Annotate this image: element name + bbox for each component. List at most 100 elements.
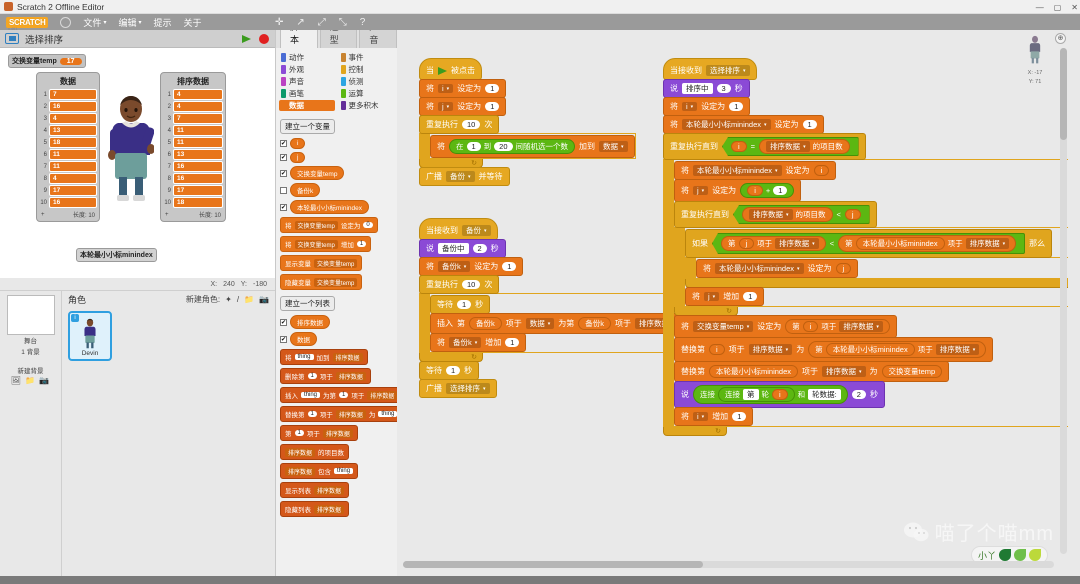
list-add-button[interactable]: +: [41, 212, 45, 218]
make-variable-button[interactable]: 建立一个变量: [280, 119, 335, 134]
shrink-icon[interactable]: ⤡: [339, 17, 347, 28]
leaf-icon-light[interactable]: [1029, 549, 1041, 561]
list-item-value[interactable]: 18: [49, 137, 97, 148]
block-say-sorting[interactable]: 说 排序中 3 秒: [663, 79, 750, 98]
dropdown-variable-i[interactable]: i ▾: [693, 412, 709, 421]
menu-item-edit[interactable]: 编辑 ▾: [118, 16, 141, 29]
canvas-horizontal-scrollbar[interactable]: [403, 561, 1054, 568]
help-icon[interactable]: ?: [360, 17, 366, 28]
list-item[interactable]: 7 16: [163, 161, 223, 172]
block-when-flag-clicked[interactable]: 当 被点击: [419, 58, 482, 80]
list-item[interactable]: 6 13: [163, 149, 223, 160]
block-replace-min[interactable]: 替换第 本轮最小小标minindex 项于 排序数据 ▾ 为 交换变量temp: [674, 361, 950, 382]
input-value[interactable]: 1: [485, 102, 500, 111]
list-item[interactable]: 4 11: [163, 125, 223, 136]
dropdown-variable-minindex[interactable]: 本轮最小小标minindex ▾: [693, 165, 782, 176]
list-item-value[interactable]: 4: [49, 173, 97, 184]
input-value[interactable]: 1: [485, 84, 500, 93]
dropdown-variable-temp[interactable]: 交换变量temp ▾: [693, 321, 754, 332]
list-item-value[interactable]: 4: [173, 101, 223, 112]
var-reporter-i[interactable]: i: [747, 185, 763, 196]
block-add-to-list[interactable]: 将 在 1 到 20 间随机选一个数 加到 数据 ▾: [430, 135, 635, 158]
palette-category-5[interactable]: 侦测: [339, 76, 395, 87]
item-of-list-i[interactable]: 第 i 项于 排序数据 ▾: [785, 319, 890, 334]
list-item-value[interactable]: 17: [173, 185, 223, 196]
dropdown-variable-minindex[interactable]: 本轮最小小标minindex ▾: [682, 119, 771, 130]
paint-backdrop-icon[interactable]: 🖼: [11, 376, 22, 385]
wait-secs[interactable]: 1: [457, 300, 472, 309]
list-item-value[interactable]: 16: [49, 101, 97, 112]
palette-list-checkbox[interactable]: [280, 335, 287, 343]
palette-list-block-1[interactable]: 删除第 1 项于 排序数据: [280, 368, 371, 384]
var-reporter-k[interactable]: 备份k: [469, 317, 502, 330]
list-item-value[interactable]: 13: [173, 149, 223, 160]
camera-backdrop-icon[interactable]: 📷: [39, 376, 50, 385]
scroll-thumb[interactable]: [403, 561, 703, 568]
list-item-value[interactable]: 11: [173, 137, 223, 148]
palette-variable-checkbox[interactable]: [280, 186, 287, 194]
block-set-j-i-plus-1[interactable]: 将 j ▾ 设定为 i + 1: [674, 179, 802, 202]
green-flag-icon[interactable]: [242, 34, 251, 43]
zoom-icon[interactable]: ⊕: [1055, 33, 1066, 44]
list-item[interactable]: 2 16: [39, 101, 97, 112]
predicate-equals[interactable]: i = 排序数据 ▾ 的项目数: [722, 137, 859, 156]
library-backdrop-icon[interactable]: 📁: [25, 376, 36, 385]
block-if-less[interactable]: 如果 第 j 项于 排序数据 ▾ < 第 本轮最小小标minindex 项于 排…: [685, 229, 1068, 288]
repeat-count[interactable]: 10: [462, 120, 481, 129]
palette-category-8[interactable]: 数据: [279, 100, 335, 111]
list-item-value[interactable]: 16: [173, 173, 223, 184]
dropdown-variable-i[interactable]: i ▾: [438, 84, 454, 93]
list-item-value[interactable]: 7: [173, 113, 223, 124]
block-set-minindex-1[interactable]: 将 本轮最小小标minindex ▾ 设定为 1: [663, 115, 824, 134]
block-repeat-until-inner[interactable]: 重复执行直到 排序数据 ▾ 的项目数 < j 如果 第 j 项于 排序数据 ▾ …: [674, 201, 1068, 316]
predicate-item-less[interactable]: 第 j 项于 排序数据 ▾ < 第 本轮最小小标minindex 项于 排序数据…: [712, 233, 1026, 254]
script-backup[interactable]: 当接收到 备份 ▾ 说 备份中 2 秒 将 备份k ▾ 设定为 1 重复执行 1…: [419, 218, 687, 398]
scroll-thumb[interactable]: [1060, 48, 1067, 140]
join-text-2[interactable]: 轮数据:: [808, 389, 841, 400]
block-say-backup[interactable]: 说 备份中 2 秒: [419, 239, 506, 258]
leaf-icon-dark[interactable]: [999, 549, 1011, 561]
var-reporter-i[interactable]: i: [709, 344, 725, 355]
sprite-library-icon[interactable]: ✦: [225, 295, 232, 304]
palette-blocks[interactable]: 建立一个变量 ij交换变量temp备份k本轮最小小标minindex 将交换变量…: [276, 113, 397, 529]
sprite-info-icon[interactable]: i: [71, 314, 79, 322]
menu-item-about[interactable]: 关于: [184, 16, 202, 29]
palette-category-4[interactable]: 声音: [279, 76, 335, 87]
var-reporter-j[interactable]: j: [835, 263, 852, 274]
block-set-k[interactable]: 将 备份k ▾ 设定为 1: [419, 257, 524, 276]
block-set-temp[interactable]: 将 交换变量temp ▾ 设定为 第 i 项于 排序数据 ▾: [674, 315, 897, 338]
palette-category-0[interactable]: 动作: [279, 52, 335, 63]
list-item[interactable]: 37: [163, 113, 223, 124]
block-repeat-backup[interactable]: 重复执行 10 次 等待 1 秒 插入 第 备份k 项于 数据 ▾ 为第 备份k…: [419, 275, 687, 362]
palette-list-checkbox[interactable]: [280, 318, 287, 326]
palette-list-block-6[interactable]: 排序数据 包含 thing: [280, 463, 359, 479]
dropdown-variable-minindex[interactable]: 本轮最小小标minindex ▾: [715, 263, 804, 274]
sprite-card-devin[interactable]: i Devin: [68, 311, 112, 361]
stage-list-paixu[interactable]: 排序数据 1 4 2 4 3 7 4 11 5 11 6 13 7 16 8 16 9 17 10 18 + 长度: …: [160, 72, 226, 222]
var-reporter-k2[interactable]: 备份k: [578, 317, 612, 330]
list-item[interactable]: 5 18: [39, 137, 97, 148]
block-set-i-1[interactable]: 将 i ▾ 设定为 1: [663, 97, 751, 116]
palette-variable-pill[interactable]: 备份k: [290, 183, 321, 197]
input-value[interactable]: 1: [505, 338, 520, 347]
canvas-vertical-scrollbar[interactable]: [1060, 48, 1067, 554]
grow-icon[interactable]: ⤢: [318, 17, 326, 28]
upload-sprite-icon[interactable]: 📁: [244, 295, 254, 304]
list-item[interactable]: 10 16: [39, 197, 97, 208]
input-value[interactable]: 1: [773, 186, 788, 195]
repeat-count[interactable]: 10: [462, 280, 481, 289]
stop-sign-icon[interactable]: [259, 33, 269, 44]
block-change-j[interactable]: 将 j ▾ 增加 1: [685, 287, 765, 306]
palette-list-block-7[interactable]: 显示列表 排序数据: [280, 482, 350, 498]
var-reporter-i[interactable]: i: [731, 141, 747, 152]
palette-list-block-3[interactable]: 替换第 1 项于 排序数据为 thing: [280, 406, 397, 422]
input-value[interactable]: 1: [502, 262, 517, 271]
list-item-value[interactable]: 7: [49, 89, 97, 100]
stage-list-shuju[interactable]: 数据 1 7 2 16 3 4 4 13 5 18 6 11 7 11 8 4 9 17 10 16 + 长度: 10: [36, 72, 100, 222]
palette-list-block-5[interactable]: 排序数据 的项目数: [280, 444, 350, 460]
input-value[interactable]: 1: [802, 120, 817, 129]
var-reporter-i[interactable]: i: [802, 321, 819, 332]
maximize-button[interactable]: ▢: [1054, 3, 1062, 12]
list-add-button[interactable]: +: [165, 212, 169, 218]
palette-variable-pill[interactable]: 本轮最小小标minindex: [290, 200, 370, 214]
